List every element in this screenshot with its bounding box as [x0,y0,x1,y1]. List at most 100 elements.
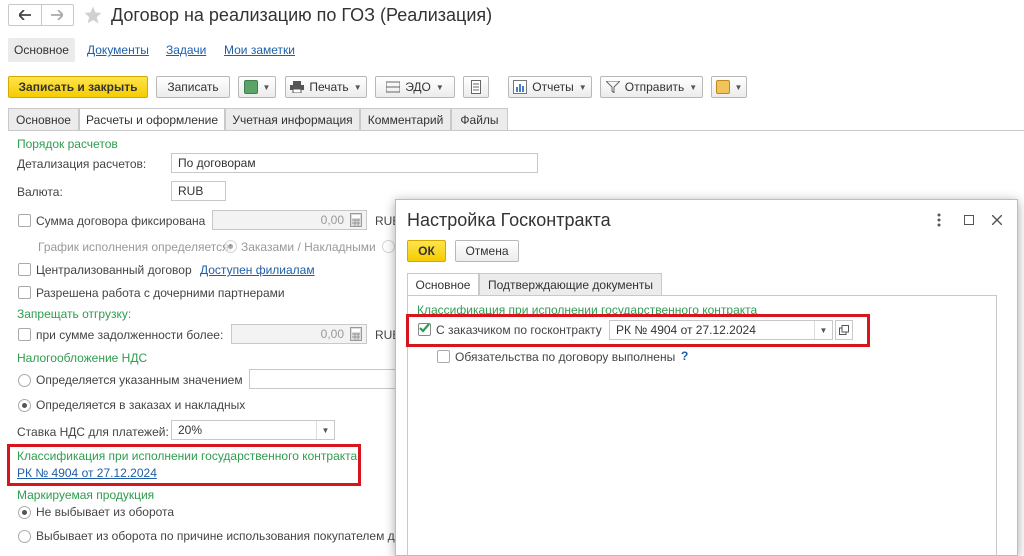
send-button[interactable]: Отправить ▼ [600,76,703,98]
tab-accounting[interactable]: Учетная информация [225,108,360,130]
calculator-icon[interactable] [350,213,362,227]
detail-field[interactable]: По договорам [171,153,538,173]
chevron-down-icon[interactable]: ▼ [316,421,334,439]
ok-label: ОК [418,244,435,258]
debt-label: при сумме задолженности более: [36,328,224,342]
debt-field[interactable]: 0,00 [231,324,367,344]
print-button[interactable]: Печать ▼ [285,76,367,98]
marked-option2-label: Выбывает из оборота по причине использов… [36,529,402,543]
edo-button[interactable]: ЭДО ▼ [375,76,455,98]
maximize-icon[interactable] [964,215,974,225]
more-actions-button[interactable]: ▼ [711,76,747,98]
document-button[interactable] [463,76,489,98]
cancel-button[interactable]: Отмена [455,240,519,262]
fixed-sum-checkbox[interactable] [18,214,31,227]
schedule-radio-2[interactable] [382,240,395,253]
obligations-checkbox[interactable] [437,350,450,363]
marked-option2-radio[interactable] [18,530,31,543]
calculator-icon[interactable] [350,327,362,341]
vat-option2-radio[interactable] [18,399,31,412]
vat-value-field[interactable] [249,369,399,389]
chevron-down-icon: ▼ [578,82,587,92]
currency-label: Валюта: [17,185,63,199]
schedule-option: Заказами / Накладными [241,240,376,254]
debt-value: 0,00 [320,327,344,341]
save-and-close-button[interactable]: Записать и закрыть [8,76,148,98]
settlement-section-title: Порядок расчетов [17,137,118,151]
reports-icon [513,80,528,94]
create-based-on-button[interactable]: ▼ [238,76,276,98]
document-list-icon [471,80,481,94]
vat-option1-label: Определяется указанным значением [36,373,243,387]
reports-label: Отчеты [532,80,574,94]
schedule-radio[interactable] [224,240,237,253]
tab-main[interactable]: Основное [8,108,79,130]
marked-option1-label: Не выбывает из оборота [36,505,175,519]
dialog-tab-documents-label: Подтверждающие документы [487,277,653,292]
obligations-label: Обязательства по договору выполнены [455,350,676,364]
vat-option1-radio[interactable] [18,374,31,387]
subsidiaries-checkbox[interactable] [18,286,31,299]
schedule-label: График исполнения определяется: [38,240,232,254]
dialog-tab-documents[interactable]: Подтверждающие документы [479,273,662,295]
back-forward-group [8,4,74,26]
vat-rate-select[interactable]: 20% ▼ [171,420,335,440]
fixed-sum-field[interactable]: 0,00 [212,210,367,230]
tab-files-label: Файлы [460,112,499,127]
ok-button[interactable]: ОК [407,240,446,262]
chevron-down-icon: ▼ [353,82,362,92]
send-label: Отправить [624,80,685,94]
tab-divider [8,130,1024,131]
print-label: Печать [309,80,349,94]
branches-link[interactable]: Доступен филиалам [200,263,315,277]
dialog-tab-main-label: Основное [415,278,471,292]
chevron-down-icon: ▼ [262,82,271,92]
tab-accounting-label: Учетная информация [232,112,353,127]
detail-label: Детализация расчетов: [17,157,147,171]
gos-settings-dialog: Настройка Госконтракта ОК Отмена Основно… [395,199,1018,556]
fixed-sum-value: 0,00 [320,213,344,227]
reports-button[interactable]: Отчеты ▼ [508,76,592,98]
vat-section-title: Налогообложение НДС [17,351,148,365]
save-label: Записать [167,80,219,94]
customer-highlight-box [406,314,870,347]
tab-comment[interactable]: Комментарий [360,108,451,130]
debt-checkbox[interactable] [18,328,31,341]
save-button[interactable]: Записать [156,76,230,98]
nav-notes[interactable]: Мои заметки [224,43,295,57]
chevron-down-icon: ▼ [734,82,743,92]
chevron-down-icon: ▼ [435,82,444,92]
marked-option1-radio[interactable] [18,506,31,519]
gos-highlight-box [7,444,361,486]
edo-label: ЭДО [405,80,431,94]
star-icon[interactable] [83,5,103,25]
close-icon[interactable] [992,215,1002,225]
more-vertical-icon[interactable] [937,213,941,227]
prohibit-section-title: Запрещать отгрузку: [17,307,132,321]
dialog-tab-main[interactable]: Основное [407,273,479,296]
tab-settlements-label: Расчеты и оформление [86,113,218,127]
forward-button[interactable] [42,5,74,25]
tab-main-label: Основное [16,112,71,127]
help-icon[interactable]: ? [681,349,688,363]
nav-tasks[interactable]: Задачи [166,43,206,57]
tab-files[interactable]: Файлы [451,108,508,130]
vat-rate-value: 20% [178,423,203,437]
send-icon [605,81,620,93]
nav-main[interactable]: Основное [8,38,75,62]
arrow-left-icon [18,10,31,20]
nav-documents[interactable]: Документы [87,43,149,57]
fixed-sum-label: Сумма договора фиксирована [36,214,206,228]
printer-icon [290,81,305,93]
tab-settlements[interactable]: Расчеты и оформление [79,108,225,131]
edo-icon [386,81,401,93]
clipboard-icon [715,80,730,94]
create-based-icon [243,80,258,94]
dialog-title: Настройка Госконтракта [407,210,611,230]
centralized-checkbox[interactable] [18,263,31,276]
save-and-close-label: Записать и закрыть [18,80,138,94]
back-button[interactable] [9,5,42,25]
currency-field[interactable]: RUB [171,181,226,201]
marked-section-title: Маркируемая продукция [17,488,155,502]
chevron-down-icon: ▼ [689,82,698,92]
